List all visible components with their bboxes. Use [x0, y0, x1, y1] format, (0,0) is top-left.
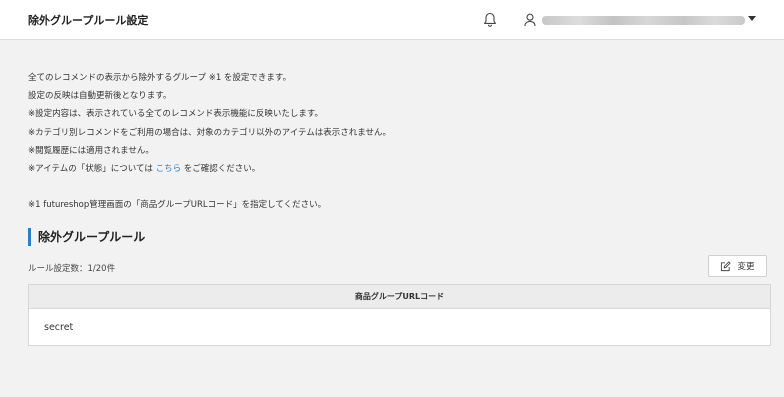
user-icon [524, 13, 536, 27]
description-line: ※閲覧履歴には適用されません。 [28, 145, 154, 156]
bell-icon[interactable] [483, 12, 497, 28]
rule-count: ルール設定数：1/20件 [28, 264, 116, 274]
description: 全てのレコメンドの表示から除外するグループ ※1 を設定できます。 設定の反映は… [28, 69, 748, 214]
chevron-down-icon[interactable] [748, 16, 756, 21]
section-title: 除外グループルール [28, 228, 145, 246]
status-note: ※アイテムの「状態」については こちら をご確認ください。 [28, 160, 748, 178]
description-line: 全てのレコメンドの表示から除外するグループ ※1 を設定できます。 [28, 73, 292, 83]
status-note-before: ※アイテムの「状態」については [28, 164, 156, 175]
status-note-after: をご確認ください。 [181, 164, 261, 175]
description-line: 設定の反映は自動更新後となります。 [28, 91, 172, 102]
user-name-redacted [542, 15, 745, 25]
status-help-link[interactable]: こちら [156, 164, 182, 174]
description-line: ※カテゴリ別レコメンドをご利用の場合は、対象のカテゴリ以外のアイテムは表示されま… [28, 127, 392, 138]
footnote: ※1 futureshop管理画面の「商品グループURLコード」を指定してくださ… [28, 200, 327, 211]
table-row: secret [44, 321, 74, 333]
page-title: 除外グループルール設定 [28, 14, 149, 27]
group-rule-table: 商品グループURLコード secret [28, 284, 771, 346]
edit-icon [721, 260, 732, 271]
edit-button[interactable]: 変更 [708, 255, 767, 277]
table-header: 商品グループURLコード [29, 285, 770, 309]
app-header: 除外グループルール設定 [0, 0, 784, 40]
edit-button-label: 変更 [737, 262, 755, 272]
description-line: ※設定内容は、表示されている全てのレコメンド表示機能に反映いたします。 [28, 109, 324, 120]
user-menu[interactable] [524, 12, 745, 28]
